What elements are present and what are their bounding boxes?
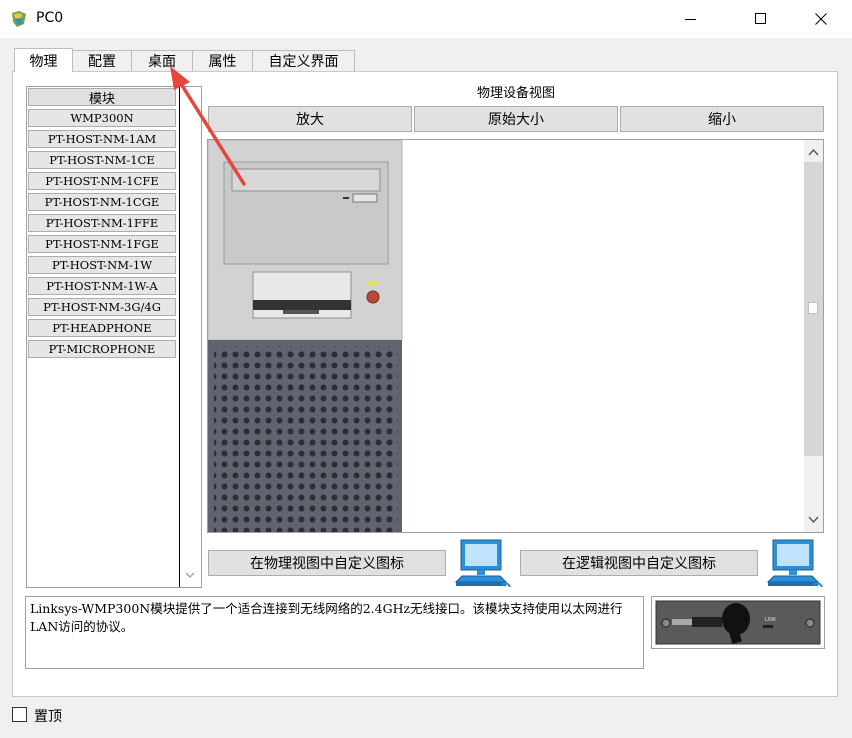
tab-attributes[interactable]: 属性	[192, 50, 253, 71]
scroll-down-icon[interactable]	[804, 510, 823, 530]
physical-device-canvas[interactable]	[207, 139, 824, 533]
module-description: Linksys-WMP300N模块提供了一个适合连接到无线网络的2.4GHz无线…	[25, 596, 644, 669]
module-item-1w-a[interactable]: PT-HOST-NM-1W-A	[28, 277, 176, 295]
module-item-1cfe[interactable]: PT-HOST-NM-1CFE	[28, 172, 176, 190]
module-item-3g4g[interactable]: PT-HOST-NM-3G/4G	[28, 298, 176, 316]
physical-view-monitor-icon[interactable]	[452, 538, 514, 590]
close-icon	[815, 13, 827, 25]
module-list-header[interactable]: 模块	[28, 88, 176, 107]
always-on-top-checkbox[interactable]	[12, 707, 27, 722]
close-button[interactable]	[798, 0, 844, 38]
original-size-button[interactable]: 原始大小	[414, 106, 618, 132]
module-item-1ce[interactable]: PT-HOST-NM-1CE	[28, 151, 176, 169]
module-item-1ffe[interactable]: PT-HOST-NM-1FFE	[28, 214, 176, 232]
module-list-scroll-down-icon[interactable]	[184, 569, 196, 581]
module-list[interactable]: 模块 WMP300N PT-HOST-NM-1AM PT-HOST-NM-1CE…	[26, 86, 202, 588]
logical-view-monitor-icon[interactable]	[764, 538, 826, 590]
maximize-button[interactable]	[738, 0, 784, 38]
tab-custom-interface[interactable]: 自定义界面	[252, 50, 355, 71]
physical-view-title: 物理设备视图	[476, 86, 555, 101]
scroll-up-icon[interactable]	[804, 142, 823, 162]
always-on-top-label[interactable]: 置顶	[34, 706, 62, 726]
tab-config[interactable]: 配置	[72, 50, 132, 71]
customize-physical-icon-button[interactable]: 在物理视图中自定义图标	[208, 550, 446, 576]
minimize-icon	[685, 19, 696, 20]
tab-physical[interactable]: 物理	[14, 48, 73, 72]
module-image: LINK	[651, 596, 825, 649]
packet-tracer-app-icon	[10, 10, 28, 28]
tab-desktop[interactable]: 桌面	[131, 50, 193, 71]
module-item-1fge[interactable]: PT-HOST-NM-1FGE	[28, 235, 176, 253]
pc-tower-image	[208, 140, 403, 532]
module-item-1am[interactable]: PT-HOST-NM-1AM	[28, 130, 176, 148]
minimize-button[interactable]	[668, 0, 714, 38]
module-item-1w[interactable]: PT-HOST-NM-1W	[28, 256, 176, 274]
module-item-wmp300n[interactable]: WMP300N	[28, 109, 176, 127]
zoom-in-button[interactable]: 放大	[208, 106, 412, 132]
window-title: PC0	[36, 10, 64, 26]
customize-logical-icon-button[interactable]: 在逻辑视图中自定义图标	[520, 550, 758, 576]
module-item-headphone[interactable]: PT-HEADPHONE	[28, 319, 176, 337]
zoom-out-button[interactable]: 缩小	[620, 106, 824, 132]
module-item-1cge[interactable]: PT-HOST-NM-1CGE	[28, 193, 176, 211]
module-list-items: 模块 WMP300N PT-HOST-NM-1AM PT-HOST-NM-1CE…	[27, 87, 180, 587]
title-bar: PC0	[0, 0, 852, 38]
canvas-scroll-thumb[interactable]	[808, 302, 818, 314]
module-item-microphone[interactable]: PT-MICROPHONE	[28, 340, 176, 358]
module-link-label: LINK	[765, 617, 777, 623]
maximize-icon	[755, 13, 766, 24]
